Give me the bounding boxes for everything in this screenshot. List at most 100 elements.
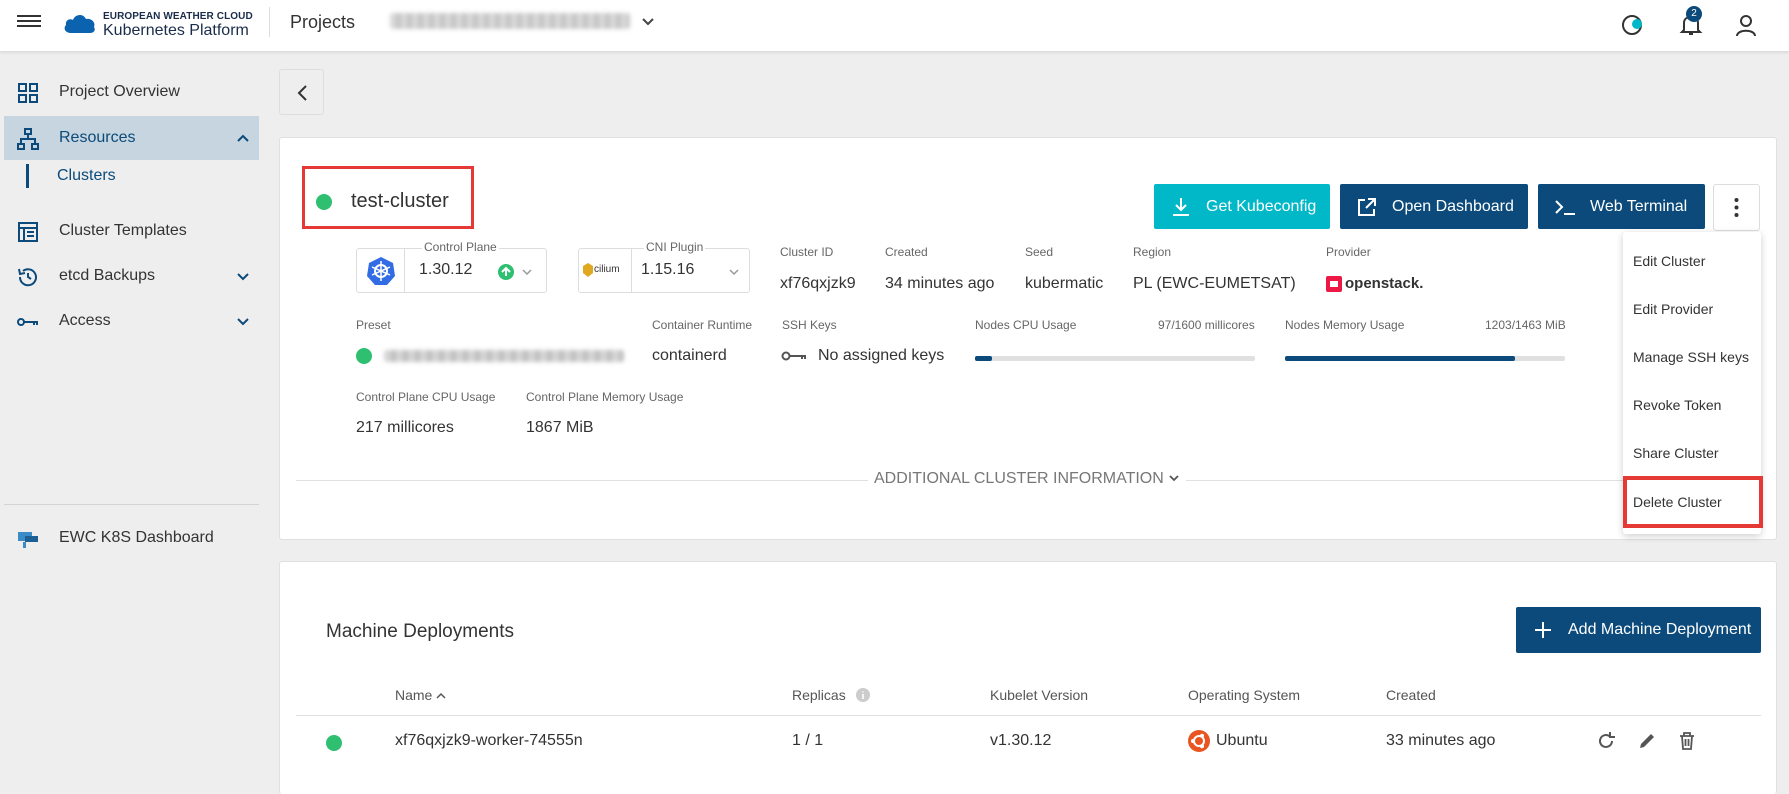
chevron-down-icon[interactable] [641, 15, 655, 29]
sidebar-item-ewc-k8s-dashboard[interactable]: EWC K8S Dashboard [4, 516, 259, 560]
progress-fill [1285, 356, 1516, 361]
back-button[interactable] [279, 69, 324, 115]
plus-icon [1535, 622, 1551, 638]
status-dot [326, 735, 342, 751]
cp-cpu-value: 217 millicores [356, 419, 454, 436]
cni-plugin-version: 1.15.16 [641, 261, 695, 278]
theme-toggle-icon[interactable] [1620, 12, 1646, 38]
field-caption: CNI Plugin [644, 240, 706, 254]
chevron-down-icon [729, 269, 739, 276]
nodes-cpu-value: 97/1600 millicores [1158, 318, 1255, 332]
edit-icon[interactable] [1636, 730, 1658, 752]
restart-icon[interactable] [1595, 730, 1617, 752]
menu-item-edit-provider[interactable]: Edit Provider [1633, 301, 1713, 317]
key-icon [781, 351, 806, 361]
get-kubeconfig-button[interactable]: Get Kubeconfig [1154, 184, 1330, 229]
more-vert-icon [1734, 198, 1739, 217]
grid-icon [18, 83, 38, 103]
chevron-left-icon [297, 85, 307, 101]
button-label: Web Terminal [1590, 197, 1688, 215]
cni-plugin-version-select[interactable]: cilium CNI Plugin 1.15.16 [578, 240, 750, 293]
ssh-keys-label: SSH Keys [782, 318, 837, 332]
menu-item-revoke-token[interactable]: Revoke Token [1633, 397, 1721, 413]
md-name[interactable]: xf76qxjzk9-worker-74555n [395, 732, 583, 750]
preset-label: Preset [356, 318, 391, 332]
seed-value: kubermatic [1025, 275, 1104, 292]
preset-value [384, 350, 624, 362]
status-dot [356, 348, 372, 364]
column-header-replicas: Replicas [792, 687, 870, 703]
logo-line2: Kubernetes Platform [103, 22, 249, 39]
menu-icon[interactable] [17, 12, 41, 36]
key-icon [17, 318, 38, 326]
sidebar-item-label: Cluster Templates [59, 222, 187, 239]
notification-badge: 2 [1686, 6, 1702, 22]
nodes-cpu-label: Nodes CPU Usage [975, 318, 1077, 332]
active-indicator [26, 164, 29, 188]
machine-deployments-card [279, 561, 1777, 794]
region-value: PL (EWC-EUMETSAT) [1133, 275, 1296, 292]
sidebar-item-label: Project Overview [59, 83, 180, 100]
created-label: Created [885, 245, 928, 259]
provider-label: Provider [1326, 245, 1371, 259]
sort-asc-icon [436, 692, 446, 699]
cluster-id-value: xf76qxjzk9 [780, 275, 856, 292]
menu-item-edit-cluster[interactable]: Edit Cluster [1633, 253, 1705, 269]
provider-value: openstack. [1345, 275, 1424, 292]
column-label: Name [395, 687, 433, 703]
sitemap-icon [17, 128, 39, 150]
delete-icon[interactable] [1676, 730, 1698, 752]
created-value: 34 minutes ago [885, 275, 995, 292]
chevron-up-icon [237, 134, 249, 142]
cp-memory-label: Control Plane Memory Usage [526, 390, 684, 404]
open-in-new-icon [1358, 197, 1376, 216]
md-replicas: 1 / 1 [792, 732, 824, 749]
md-kubelet-version: v1.30.12 [990, 732, 1052, 749]
upgrade-available-icon[interactable] [498, 264, 514, 280]
more-options-button[interactable] [1713, 184, 1760, 231]
column-header-name[interactable]: Name [395, 687, 446, 703]
sidebar-item-label: Resources [59, 129, 136, 146]
sidebar-item-etcd-backups[interactable]: etcd Backups [4, 254, 259, 298]
open-dashboard-button[interactable]: Open Dashboard [1340, 184, 1528, 229]
sidebar-item-access[interactable]: Access [4, 299, 259, 343]
menu-item-manage-ssh-keys[interactable]: Manage SSH keys [1633, 349, 1749, 365]
machine-deployments-title: Machine Deployments [326, 621, 514, 642]
info-icon[interactable] [855, 688, 870, 702]
sidebar-item-cluster-templates[interactable]: Cluster Templates [4, 209, 259, 253]
field-caption: Control Plane [422, 240, 499, 254]
sidebar-item-label: EWC K8S Dashboard [59, 529, 214, 546]
column-header-kubelet-version: Kubelet Version [990, 687, 1089, 703]
menu-item-share-cluster[interactable]: Share Cluster [1633, 445, 1719, 461]
column-label: Replicas [792, 687, 846, 703]
container-runtime-label: Container Runtime [652, 318, 753, 332]
cilium-logo-text: cilium [594, 264, 620, 275]
control-plane-version-select[interactable]: Control Plane 1.30.12 [356, 240, 547, 293]
sidebar-divider [4, 504, 259, 505]
nodes-memory-value: 1203/1463 MiB [1485, 318, 1566, 332]
nodes-memory-label: Nodes Memory Usage [1285, 318, 1405, 332]
history-icon [18, 268, 37, 287]
divider [269, 7, 270, 37]
terminal-icon [1555, 199, 1575, 215]
status-dot [316, 194, 332, 210]
additional-info-toggle[interactable]: ADDITIONAL CLUSTER INFORMATION [868, 470, 1187, 488]
sidebar-item-label: Clusters [57, 167, 116, 184]
user-icon[interactable] [1733, 12, 1759, 38]
template-icon [18, 222, 38, 242]
openstack-logo-icon [1326, 276, 1342, 292]
table-divider [296, 715, 1761, 716]
sidebar-item-resources[interactable]: Resources [4, 116, 259, 160]
chevron-down-icon [237, 273, 249, 281]
project-selector[interactable] [390, 13, 630, 29]
projects-label: Projects [290, 12, 356, 32]
sidebar-item-project-overview[interactable]: Project Overview [4, 70, 259, 114]
chevron-down-icon [237, 318, 249, 326]
add-machine-deployment-button[interactable]: Add Machine Deployment [1516, 607, 1761, 653]
button-label: Get Kubeconfig [1206, 197, 1317, 215]
column-header-created: Created [1386, 687, 1436, 703]
logo-line1: EUROPEAN WEATHER CLOUD [103, 11, 253, 22]
seed-label: Seed [1025, 245, 1054, 259]
nodes-memory-progress [1285, 356, 1565, 361]
web-terminal-button[interactable]: Web Terminal [1538, 184, 1705, 229]
